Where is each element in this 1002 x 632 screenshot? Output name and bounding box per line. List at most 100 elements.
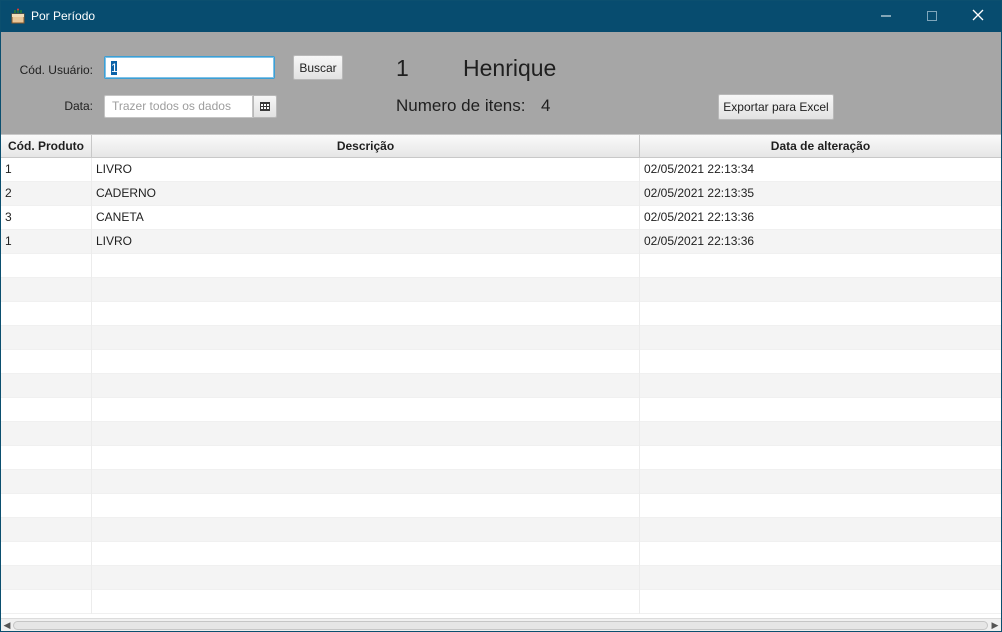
table-cell: CADERNO (92, 182, 640, 206)
table-row[interactable] (1, 470, 1001, 494)
table-cell: CANETA (92, 206, 640, 230)
table-cell (92, 278, 640, 302)
table-cell (1, 422, 92, 446)
table-cell (92, 398, 640, 422)
scroll-left-icon[interactable]: ◀ (1, 619, 13, 631)
table-cell (1, 326, 92, 350)
filter-toolbar: Cód. Usuário: 1 Buscar Data: Trazer todo… (1, 32, 1001, 134)
user-id-display: 1 (396, 55, 409, 81)
scroll-right-icon[interactable]: ▶ (989, 619, 1001, 631)
table-cell (92, 470, 640, 494)
minimize-button[interactable] (863, 1, 909, 32)
table-cell (640, 566, 1001, 590)
column-header-description[interactable]: Descrição (92, 135, 640, 158)
table-cell (640, 254, 1001, 278)
table-cell (640, 398, 1001, 422)
table-cell (640, 494, 1001, 518)
user-code-value: 1 (111, 61, 118, 75)
table-cell (1, 350, 92, 374)
table-cell (1, 494, 92, 518)
export-excel-button[interactable]: Exportar para Excel (718, 94, 834, 120)
table-row[interactable] (1, 542, 1001, 566)
table-row[interactable] (1, 278, 1001, 302)
table-row[interactable]: 1 LIVRO 02/05/2021 22:13:36 (1, 230, 1001, 254)
table-cell (92, 422, 640, 446)
table-cell (92, 518, 640, 542)
cake-box-icon (10, 8, 26, 24)
calendar-icon (260, 98, 270, 116)
table-cell (1, 446, 92, 470)
table-cell: 3 (1, 206, 92, 230)
table-cell (640, 278, 1001, 302)
table-cell: 02/05/2021 22:13:36 (644, 234, 755, 248)
table-cell: 2 (1, 182, 92, 206)
table-row[interactable] (1, 350, 1001, 374)
table-cell (92, 446, 640, 470)
table-cell (640, 590, 1001, 614)
user-name-display: Henrique (463, 55, 557, 81)
table-row[interactable]: 3 CANETA 02/05/2021 22:13:36 (1, 206, 1001, 230)
table-cell (92, 590, 640, 614)
minimize-icon (881, 8, 891, 26)
calendar-button[interactable] (253, 95, 277, 118)
table-cell (640, 350, 1001, 374)
horizontal-scrollbar[interactable]: ◀ ▶ (1, 618, 1001, 631)
table-cell (1, 374, 92, 398)
table-row[interactable] (1, 494, 1001, 518)
table-cell (92, 566, 640, 590)
table-cell: 1 (1, 158, 92, 182)
user-code-label: Cód. Usuário: (19, 63, 93, 77)
column-header-product-code[interactable]: Cód. Produto (1, 135, 92, 158)
close-button[interactable] (955, 1, 1001, 32)
table-cell (1, 518, 92, 542)
table-cell: LIVRO (92, 230, 640, 254)
table-row[interactable] (1, 446, 1001, 470)
table-row[interactable] (1, 302, 1001, 326)
table-cell (1, 254, 92, 278)
table-cell (92, 350, 640, 374)
table-cell (1, 302, 92, 326)
table-row[interactable] (1, 518, 1001, 542)
table-cell (1, 542, 92, 566)
table-cell (1, 590, 92, 614)
maximize-icon (927, 8, 937, 26)
table-cell (640, 446, 1001, 470)
table-row[interactable] (1, 422, 1001, 446)
table-row[interactable] (1, 374, 1001, 398)
table-cell (640, 302, 1001, 326)
table-row[interactable] (1, 398, 1001, 422)
table-cell: 02/05/2021 22:13:36 (644, 210, 755, 224)
table-row[interactable]: 2 CADERNO 02/05/2021 22:13:35 (1, 182, 1001, 206)
search-button[interactable]: Buscar (293, 55, 343, 80)
table-cell (640, 470, 1001, 494)
date-label: Data: (64, 99, 93, 113)
table-cell (640, 542, 1001, 566)
date-input[interactable]: Trazer todos os dados (104, 95, 253, 118)
table-row[interactable] (1, 326, 1001, 350)
user-code-input[interactable]: 1 (104, 56, 275, 79)
table-cell (1, 470, 92, 494)
table-cell (92, 494, 640, 518)
table-cell (1, 398, 92, 422)
table-row[interactable] (1, 254, 1001, 278)
table-header: Cód. Produto Descrição Data de alteração (1, 134, 1001, 158)
app-window: Por Período Cód. Usuário: 1 Buscar Data:… (0, 0, 1002, 632)
table-cell (92, 542, 640, 566)
items-count-label: Numero de itens: (396, 96, 526, 115)
table-cell: 02/05/2021 22:13:35 (644, 186, 755, 200)
window-title: Por Período (31, 9, 96, 23)
table-row[interactable]: 1 LIVRO 02/05/2021 22:13:34 (1, 158, 1001, 182)
column-header-changed-date[interactable]: Data de alteração (640, 135, 1001, 158)
table-cell: 1 (1, 230, 92, 254)
table-cell (92, 374, 640, 398)
table-cell (92, 302, 640, 326)
table-cell (640, 326, 1001, 350)
table-row[interactable] (1, 566, 1001, 590)
maximize-button[interactable] (909, 1, 955, 32)
scrollbar-thumb[interactable] (13, 621, 988, 630)
table-cell: 02/05/2021 22:13:34 (644, 162, 755, 176)
table-cell (92, 326, 640, 350)
table-row[interactable] (1, 590, 1001, 614)
close-icon (972, 8, 984, 26)
title-bar[interactable]: Por Período (1, 1, 1001, 32)
